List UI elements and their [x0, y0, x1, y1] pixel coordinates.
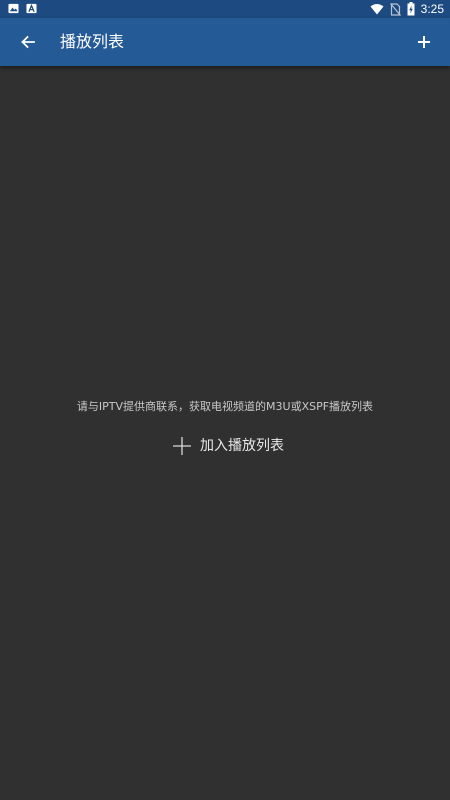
status-time: 3:25 [420, 2, 444, 16]
add-playlist-action[interactable]: 加入播放列表 [172, 434, 284, 458]
page-title: 播放列表 [60, 32, 125, 51]
wifi-icon [370, 4, 384, 15]
add-playlist-label: 加入播放列表 [200, 438, 284, 454]
image-icon [8, 3, 19, 14]
back-button[interactable] [12, 26, 44, 58]
status-left-icons [8, 3, 37, 14]
plus-icon [173, 437, 191, 455]
status-bar: 3:25 [0, 0, 450, 18]
plus-icon [418, 36, 430, 48]
empty-state-message: 请与IPTV提供商联系，获取电视频道的M3U或XSPF播放列表 [76, 400, 374, 413]
app-bar: 播放列表 [0, 18, 450, 66]
playlist-screen: 3:25 播放列表 请与IPTV提供商联系，获取电视频道的M3U或XSPF播放列… [0, 0, 450, 800]
add-playlist-button[interactable] [408, 26, 440, 58]
arrow-left-icon [21, 35, 35, 49]
battery-charging-icon [407, 2, 415, 16]
a-letter-icon [26, 3, 37, 14]
no-sim-icon [389, 2, 401, 16]
status-right-icons: 3:25 [370, 1, 444, 17]
